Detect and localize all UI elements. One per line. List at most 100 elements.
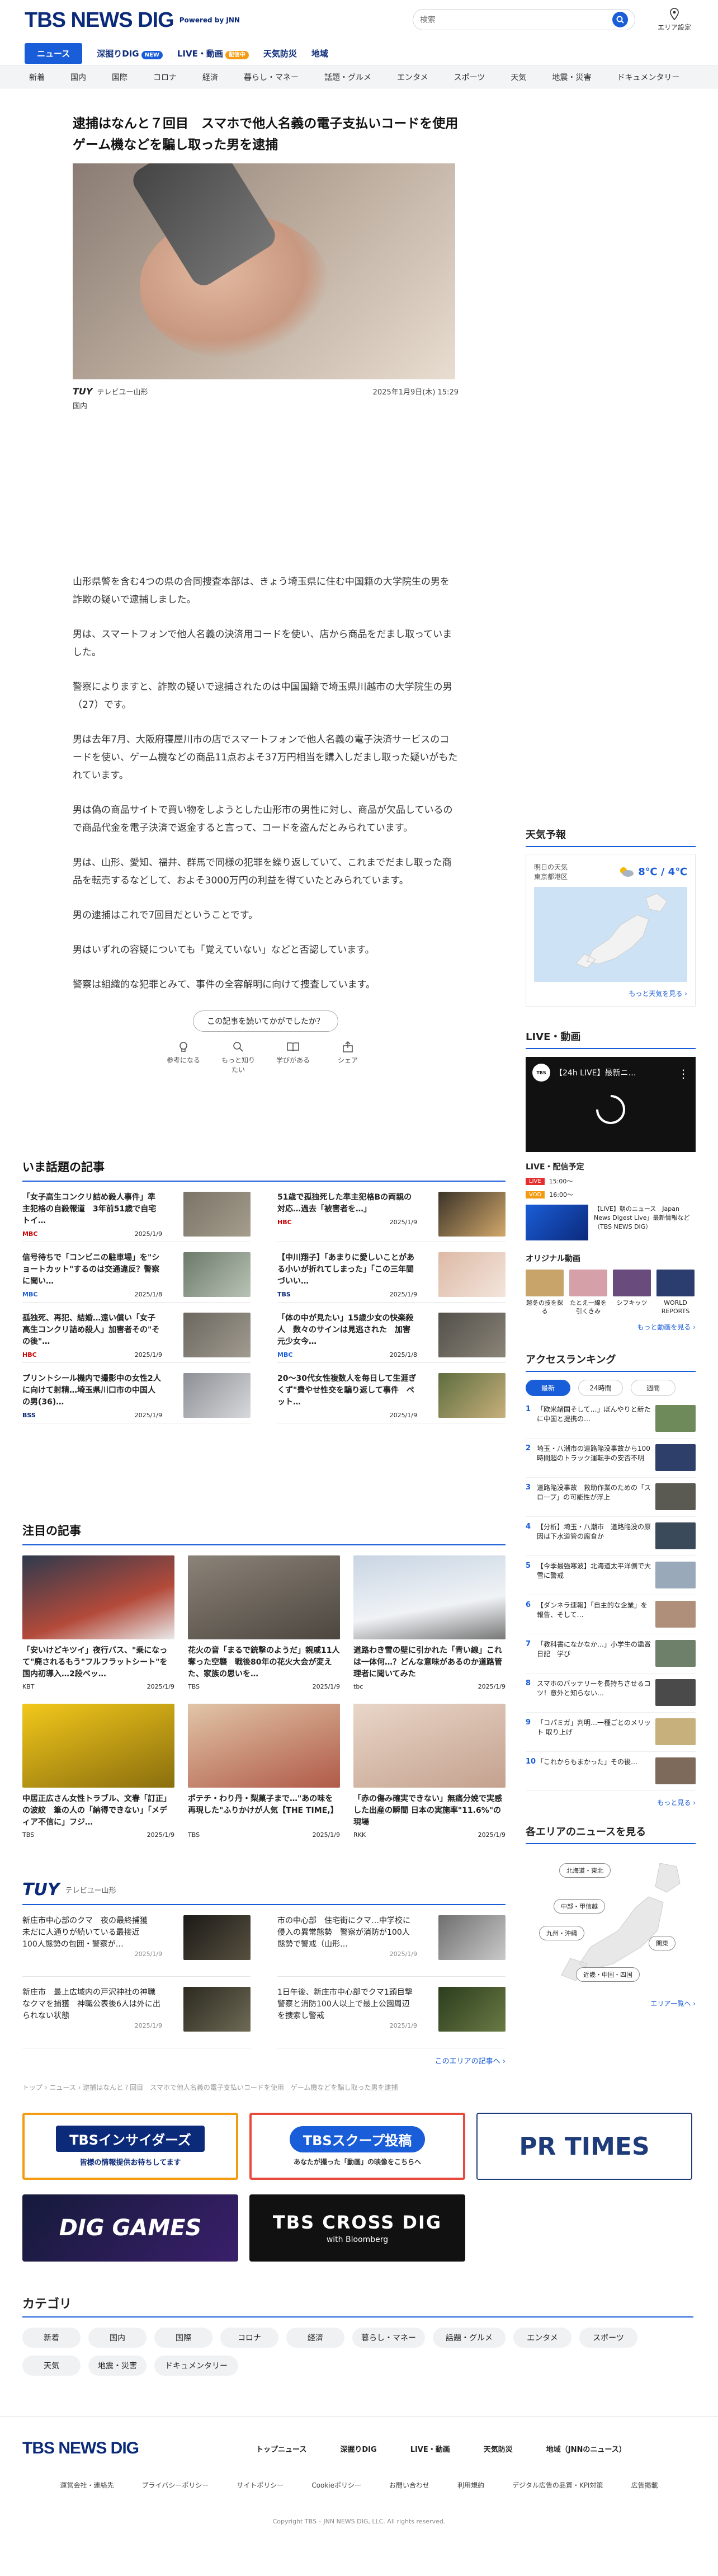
cat-item[interactable]: 話題・グルメ — [324, 72, 371, 83]
search-button[interactable] — [612, 12, 628, 27]
footer-logo[interactable]: TBS NEWS DIG — [22, 2439, 139, 2458]
ranking-item[interactable]: 5 【今季最強寒波】北海道太平洋側で大雪に警戒 — [526, 1556, 696, 1595]
cat-item[interactable]: 国内 — [70, 72, 86, 83]
original-video[interactable]: シフキッツ — [613, 1270, 651, 1315]
featured-card[interactable]: 「赤の傷み確実できない」無痛分娩で実感した出産の瞬間 日本の実施率"11.6%"… — [353, 1704, 506, 1839]
footer-link[interactable]: Cookieポリシー — [311, 2480, 361, 2490]
category-chip[interactable]: 暮らし・マネー — [352, 2328, 425, 2348]
schedule-row[interactable]: LIVE 15:00〜 — [526, 1177, 696, 1186]
footer-nav-item[interactable]: 地域（JNNのニュース） — [546, 2443, 626, 2454]
weather-widget[interactable]: 明日の天気 東京都港区 8℃ / 4℃ もっと天気を見る › — [526, 854, 696, 1007]
article-source[interactable]: TUY テレビユー山形 — [73, 386, 148, 397]
local-item[interactable]: 新庄市中心部のクマ 夜の最終捕獲 未だに人通りが続いている最接近 100人態勢の… — [22, 1905, 251, 1977]
area-more-link[interactable]: エリア一覧へ › — [526, 1999, 696, 2008]
nav-news[interactable]: ニュース — [25, 43, 83, 64]
tab-latest[interactable]: 最新 — [526, 1380, 570, 1396]
cat-item[interactable]: 暮らし・マネー — [244, 72, 299, 83]
search-input[interactable] — [420, 15, 612, 24]
breadcrumb[interactable]: トップ › ニュース › 逮捕はなんと７回目 スマホで他人名義の電子支払いコード… — [22, 2083, 506, 2092]
area-pill[interactable]: 九州・沖縄 — [539, 1926, 584, 1940]
nav-deep-dig[interactable]: 深掘りDIG NEW — [97, 48, 163, 59]
category-chip[interactable]: 国際 — [154, 2328, 212, 2348]
category-chip[interactable]: コロナ — [220, 2328, 278, 2348]
cat-item[interactable]: コロナ — [153, 72, 177, 83]
ranking-more-link[interactable]: もっと見る › — [526, 1798, 696, 1807]
featured-card[interactable]: 道路わき雪の壁に引かれた「青い線」これは一体何…？どんな意味があるのか道路管理者… — [353, 1555, 506, 1690]
weather-more-link[interactable]: もっと天気を見る › — [534, 989, 687, 998]
cat-item[interactable]: ドキュメンタリー — [617, 72, 679, 83]
area-pill[interactable]: 中部・甲信越 — [554, 1899, 605, 1914]
original-video[interactable]: WORLD REPORTS — [656, 1270, 695, 1315]
original-video[interactable]: 越冬の技を探る — [526, 1270, 564, 1315]
banner-scoop[interactable]: TBSスクープ投稿 あなたが撮った「動画」の映像をこちらへ — [249, 2113, 465, 2180]
ranking-item[interactable]: 3 道路陥没事故 救助作業のための「スロープ」の可能性が浮上 — [526, 1478, 696, 1517]
category-chip[interactable]: 経済 — [286, 2328, 344, 2348]
area-setting-button[interactable]: エリア設定 — [654, 8, 695, 32]
footer-link[interactable]: 広告掲載 — [631, 2480, 658, 2490]
category-chip[interactable]: エンタメ — [513, 2328, 571, 2348]
local-item[interactable]: 新庄市 最上広域内の戸沢神社の神職なクマを捕獲 神職公表後6人は外に出られない状… — [22, 1977, 251, 2048]
live-player[interactable]: TBS 【24h LIVE】最新ニ… ⋮ — [526, 1057, 696, 1152]
ranking-item[interactable]: 10 「これからもまかった」その後… — [526, 1752, 696, 1791]
ranking-item[interactable]: 2 埼玉・八潮市の道路陥没事故から100時間超のトラック運転手の安否不明 — [526, 1439, 696, 1478]
footer-link[interactable]: サイトポリシー — [237, 2480, 284, 2490]
cat-item[interactable]: 新着 — [29, 72, 45, 83]
more-vertical-icon[interactable]: ⋮ — [678, 1067, 689, 1080]
category-chip[interactable]: 地震・災害 — [88, 2356, 147, 2376]
featured-card[interactable]: 「安いけどキツイ」夜行バス、"乗になって"廃されるもう"フルフラットシート"を国… — [22, 1555, 174, 1690]
footer-nav-item[interactable]: 深掘りDIG — [340, 2443, 376, 2454]
footer-link[interactable]: 運営会社・連絡先 — [60, 2480, 114, 2490]
category-chip[interactable]: スポーツ — [579, 2328, 637, 2348]
reaction-more[interactable]: もっと知りたい — [219, 1041, 258, 1074]
trending-item[interactable]: 【中川翔子】「あまりに愛しいことがある小いが折れてしまった」「この三年間づいい…… — [277, 1242, 506, 1303]
footer-nav-item[interactable]: 天気防災 — [484, 2443, 513, 2454]
cat-item[interactable]: スポーツ — [454, 72, 485, 83]
trending-item[interactable]: 孤独死、再犯、結婚…遠い償い「女子高生コンクリ詰め殺人」加害者その"その後"… H… — [22, 1303, 251, 1363]
local-more-link[interactable]: このエリアの記事へ › — [22, 2055, 506, 2066]
nav-region[interactable]: 地域 — [311, 48, 328, 59]
trending-item[interactable]: 51歳で孤独死した準主犯格Bの両親の対応…過去「被害者を…」 HBC 2025/1/… — [277, 1182, 506, 1242]
ranking-item[interactable]: 8 スマホのバッテリーを長持ちさせるコツ！意外と知らない… — [526, 1674, 696, 1713]
article-category[interactable]: 国内 — [73, 400, 459, 411]
featured-card[interactable]: 花火の音「まるで銃撃のようだ」親戚11人奪った空襲 戦後80年の花火大会が変えた… — [188, 1555, 340, 1690]
reaction-learn[interactable]: 学びがある — [273, 1041, 313, 1074]
category-chip[interactable]: ドキュメンタリー — [154, 2356, 238, 2376]
banner-dig-games[interactable]: DIG GAMES — [22, 2194, 238, 2262]
ranking-item[interactable]: 7 「教科書になかなか…」小学生の鑑賞日記 学び — [526, 1634, 696, 1674]
footer-link[interactable]: 利用規約 — [457, 2480, 484, 2490]
footer-link[interactable]: デジタル広告の品質・KPI対策 — [512, 2480, 603, 2490]
category-chip[interactable]: 新着 — [22, 2328, 81, 2348]
site-logo[interactable]: TBS NEWS DIG Powered by JNN — [25, 8, 240, 32]
banner-prtimes[interactable]: PR TIMES — [476, 2113, 692, 2180]
trending-item[interactable]: 20〜30代女性複数人を毎日して生涯ぎくず"費やせ性交を騙り返して事件 ペット…… — [277, 1363, 506, 1423]
area-pill[interactable]: 近畿・中国・四国 — [576, 1967, 640, 1982]
cat-item[interactable]: 経済 — [202, 72, 218, 83]
trending-item[interactable]: 「体の中が見たい」15歳少女の快楽殺人 数々のサインは見逃された 加害元少女今…… — [277, 1303, 506, 1363]
category-chip[interactable]: 話題・グルメ — [433, 2328, 506, 2348]
area-pill[interactable]: 関東 — [649, 1936, 676, 1950]
local-item[interactable]: 1日午後、新庄市中心部でクマ1頭目撃 警察と消防100人以上で最上公園周辺を捜索… — [277, 1977, 506, 2048]
program-card[interactable]: 【LIVE】朝のニュース Japan News Digest Live」最新情報… — [526, 1205, 696, 1244]
trending-item[interactable]: 信号待ちで「コンビニの駐車場」を"ショートカット"するのは交通違反？警察に聞い…… — [22, 1242, 251, 1303]
ranking-item[interactable]: 4 【分析】埼玉・八潮市 道路陥没の原因は下水道管の腐食か — [526, 1517, 696, 1556]
cat-item[interactable]: 地震・災害 — [552, 72, 591, 83]
schedule-row[interactable]: VOD 16:00〜 — [526, 1190, 696, 1199]
local-item[interactable]: 市の中心部 住宅街にクマ…中学校に侵入の異常態勢 警察が消防が100人態勢で警戒… — [277, 1905, 506, 1977]
footer-link[interactable]: プライバシーポリシー — [142, 2480, 209, 2490]
nav-weather[interactable]: 天気防災 — [263, 48, 297, 59]
footer-link[interactable]: お問い合わせ — [389, 2480, 429, 2490]
cat-item[interactable]: 天気 — [511, 72, 526, 83]
cat-item[interactable]: エンタメ — [397, 72, 428, 83]
footer-nav-item[interactable]: LIVE・動画 — [410, 2443, 450, 2454]
tab-24h[interactable]: 24時間 — [578, 1380, 623, 1396]
ranking-item[interactable]: 6 【ダンネラ速報】「自主的な企業」を報告、そして… — [526, 1595, 696, 1634]
banner-cross-dig[interactable]: TBS CROSS DIG with Bloomberg — [249, 2194, 465, 2262]
reaction-share[interactable]: シェア — [328, 1041, 367, 1074]
featured-card[interactable]: ポテチ・わり丹・梨菓子まで…"あの味を再現した"ふりかけが人気【THE TIME… — [188, 1704, 340, 1839]
tab-weekly[interactable]: 週間 — [631, 1380, 676, 1396]
ranking-item[interactable]: 1 「欧米諸国そして…」ぼんやりと新たに中国と提携の… — [526, 1399, 696, 1439]
original-video[interactable]: たとえ一線を引くきみ — [569, 1270, 607, 1315]
video-more-link[interactable]: もっと動画を見る › — [526, 1322, 696, 1332]
banner-insiders[interactable]: TBSインサイダーズ 皆様の情報提供お待ちしてます — [22, 2113, 238, 2180]
footer-nav-item[interactable]: トップニュース — [256, 2443, 306, 2454]
